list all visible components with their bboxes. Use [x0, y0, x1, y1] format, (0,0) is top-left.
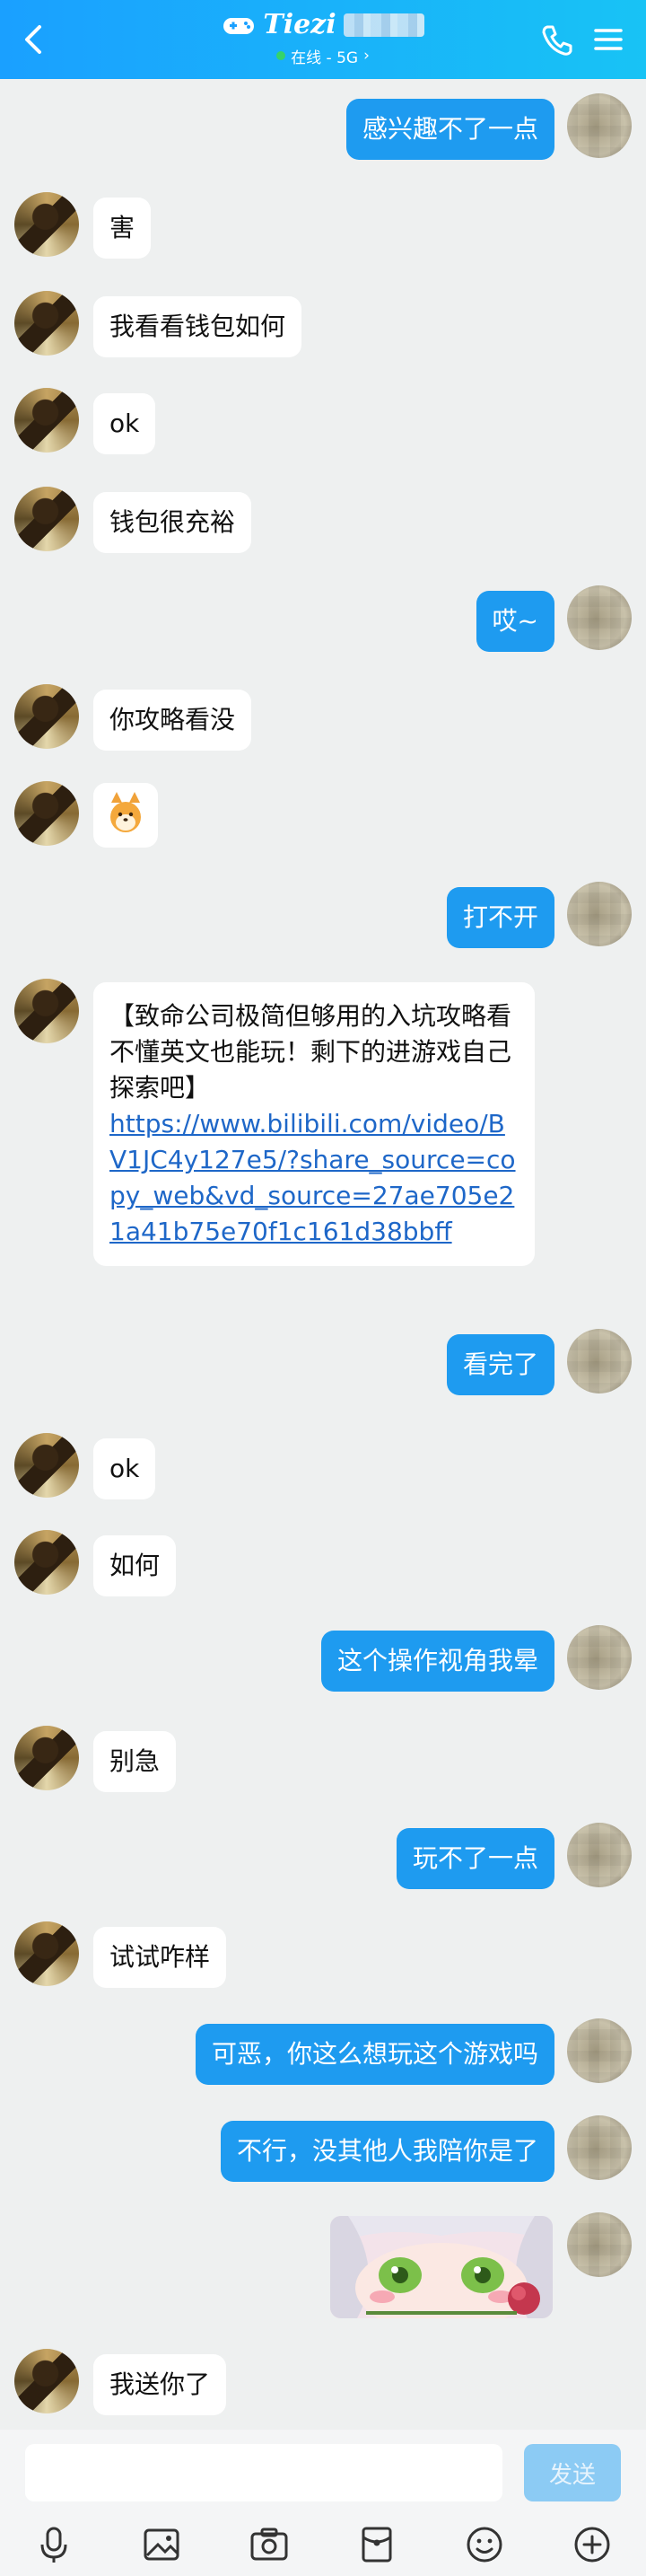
input-bar: 发送: [0, 2430, 646, 2519]
message-bubble-contact[interactable]: 害: [93, 198, 152, 259]
online-dot-icon: [276, 51, 286, 60]
message-bubble-contact[interactable]: ok: [93, 393, 156, 454]
avatar-contact[interactable]: [14, 684, 79, 749]
bottom-toolbar: [0, 2519, 646, 2576]
avatar-self[interactable]: [567, 882, 632, 946]
message-input[interactable]: [25, 2444, 502, 2501]
plus-icon[interactable]: [571, 2523, 614, 2566]
avatar-self[interactable]: [567, 1823, 632, 1887]
image-icon[interactable]: [140, 2523, 183, 2566]
link-message-title: 【致命公司极简但够用的入坑攻略看不懂英文也能玩！剩下的进游戏自己探索吧】: [109, 1001, 512, 1103]
avatar-contact[interactable]: [14, 979, 79, 1043]
smiley-icon[interactable]: [463, 2523, 506, 2566]
gamepad-icon: [223, 17, 255, 34]
message-bubble-self[interactable]: 哎~: [476, 591, 554, 652]
message-bubble-self[interactable]: 看完了: [446, 1334, 554, 1395]
message-bubble-self[interactable]: 感兴趣不了一点: [345, 99, 554, 160]
avatar-contact[interactable]: [14, 192, 79, 257]
message-bubble-contact[interactable]: 试试咋样: [93, 1927, 227, 1988]
message-bubble-self[interactable]: 打不开: [446, 887, 554, 948]
avatar-self[interactable]: [567, 2115, 632, 2180]
avatar-self[interactable]: [567, 93, 632, 158]
avatar-contact[interactable]: [14, 1433, 79, 1498]
message-bubble-contact[interactable]: 我送你了: [93, 2354, 227, 2415]
message-bubble-contact[interactable]: 如何: [93, 1535, 177, 1596]
chevron-right-icon: ›: [363, 47, 370, 65]
menu-icon[interactable]: [592, 23, 624, 56]
avatar-contact[interactable]: [14, 781, 79, 846]
contact-name-blurred: [343, 13, 424, 37]
avatar-contact[interactable]: [14, 1530, 79, 1595]
message-bubble-self[interactable]: 不行，没其他人我陪你是了: [220, 2121, 554, 2182]
avatar-self[interactable]: [567, 1625, 632, 1690]
chat-header: Tiezi 在线 - 5G ›: [0, 0, 646, 79]
message-bubble-contact[interactable]: 别急: [93, 1731, 177, 1792]
message-bubble-self[interactable]: 玩不了一点: [396, 1828, 554, 1889]
message-bubble-self[interactable]: 这个操作视角我晕: [320, 1631, 554, 1692]
avatar-contact[interactable]: [14, 388, 79, 453]
message-bubble-link[interactable]: 【致命公司极简但够用的入坑攻略看不懂英文也能玩！剩下的进游戏自己探索吧】 htt…: [93, 982, 535, 1266]
avatar-contact[interactable]: [14, 2349, 79, 2413]
contact-name-logo: Tiezi: [263, 9, 336, 40]
message-bubble-self[interactable]: 可恶，你这么想玩这个游戏吗: [195, 2024, 554, 2085]
bilibili-link[interactable]: https://www.bilibili.com/video/BV1JC4y12…: [109, 1109, 516, 1246]
red-packet-icon[interactable]: [355, 2523, 398, 2566]
message-bubble-contact[interactable]: 我看看钱包如何: [93, 296, 302, 357]
microphone-icon[interactable]: [32, 2523, 75, 2566]
message-bubble-contact[interactable]: ok: [93, 1438, 156, 1499]
message-bubble-contact[interactable]: 你攻略看没: [93, 690, 252, 751]
avatar-contact[interactable]: [14, 1726, 79, 1790]
avatar-contact[interactable]: [14, 487, 79, 551]
avatar-contact[interactable]: [14, 1921, 79, 1986]
avatar-self[interactable]: [567, 1329, 632, 1394]
camera-icon[interactable]: [248, 2523, 291, 2566]
anime-girl-sticker: [330, 2216, 553, 2318]
shiba-dog-emoji: [110, 792, 141, 832]
phone-icon[interactable]: [538, 20, 574, 59]
avatar-self[interactable]: [567, 2212, 632, 2277]
send-button[interactable]: 发送: [524, 2444, 621, 2501]
avatar-self[interactable]: [567, 2018, 632, 2083]
message-bubble-emoji[interactable]: [93, 783, 158, 848]
status-text: 在线 - 5G: [291, 48, 359, 67]
sticker-message[interactable]: [330, 2216, 553, 2318]
message-bubble-contact[interactable]: 钱包很充裕: [93, 492, 252, 553]
avatar-self[interactable]: [567, 585, 632, 650]
avatar-contact[interactable]: [14, 291, 79, 356]
